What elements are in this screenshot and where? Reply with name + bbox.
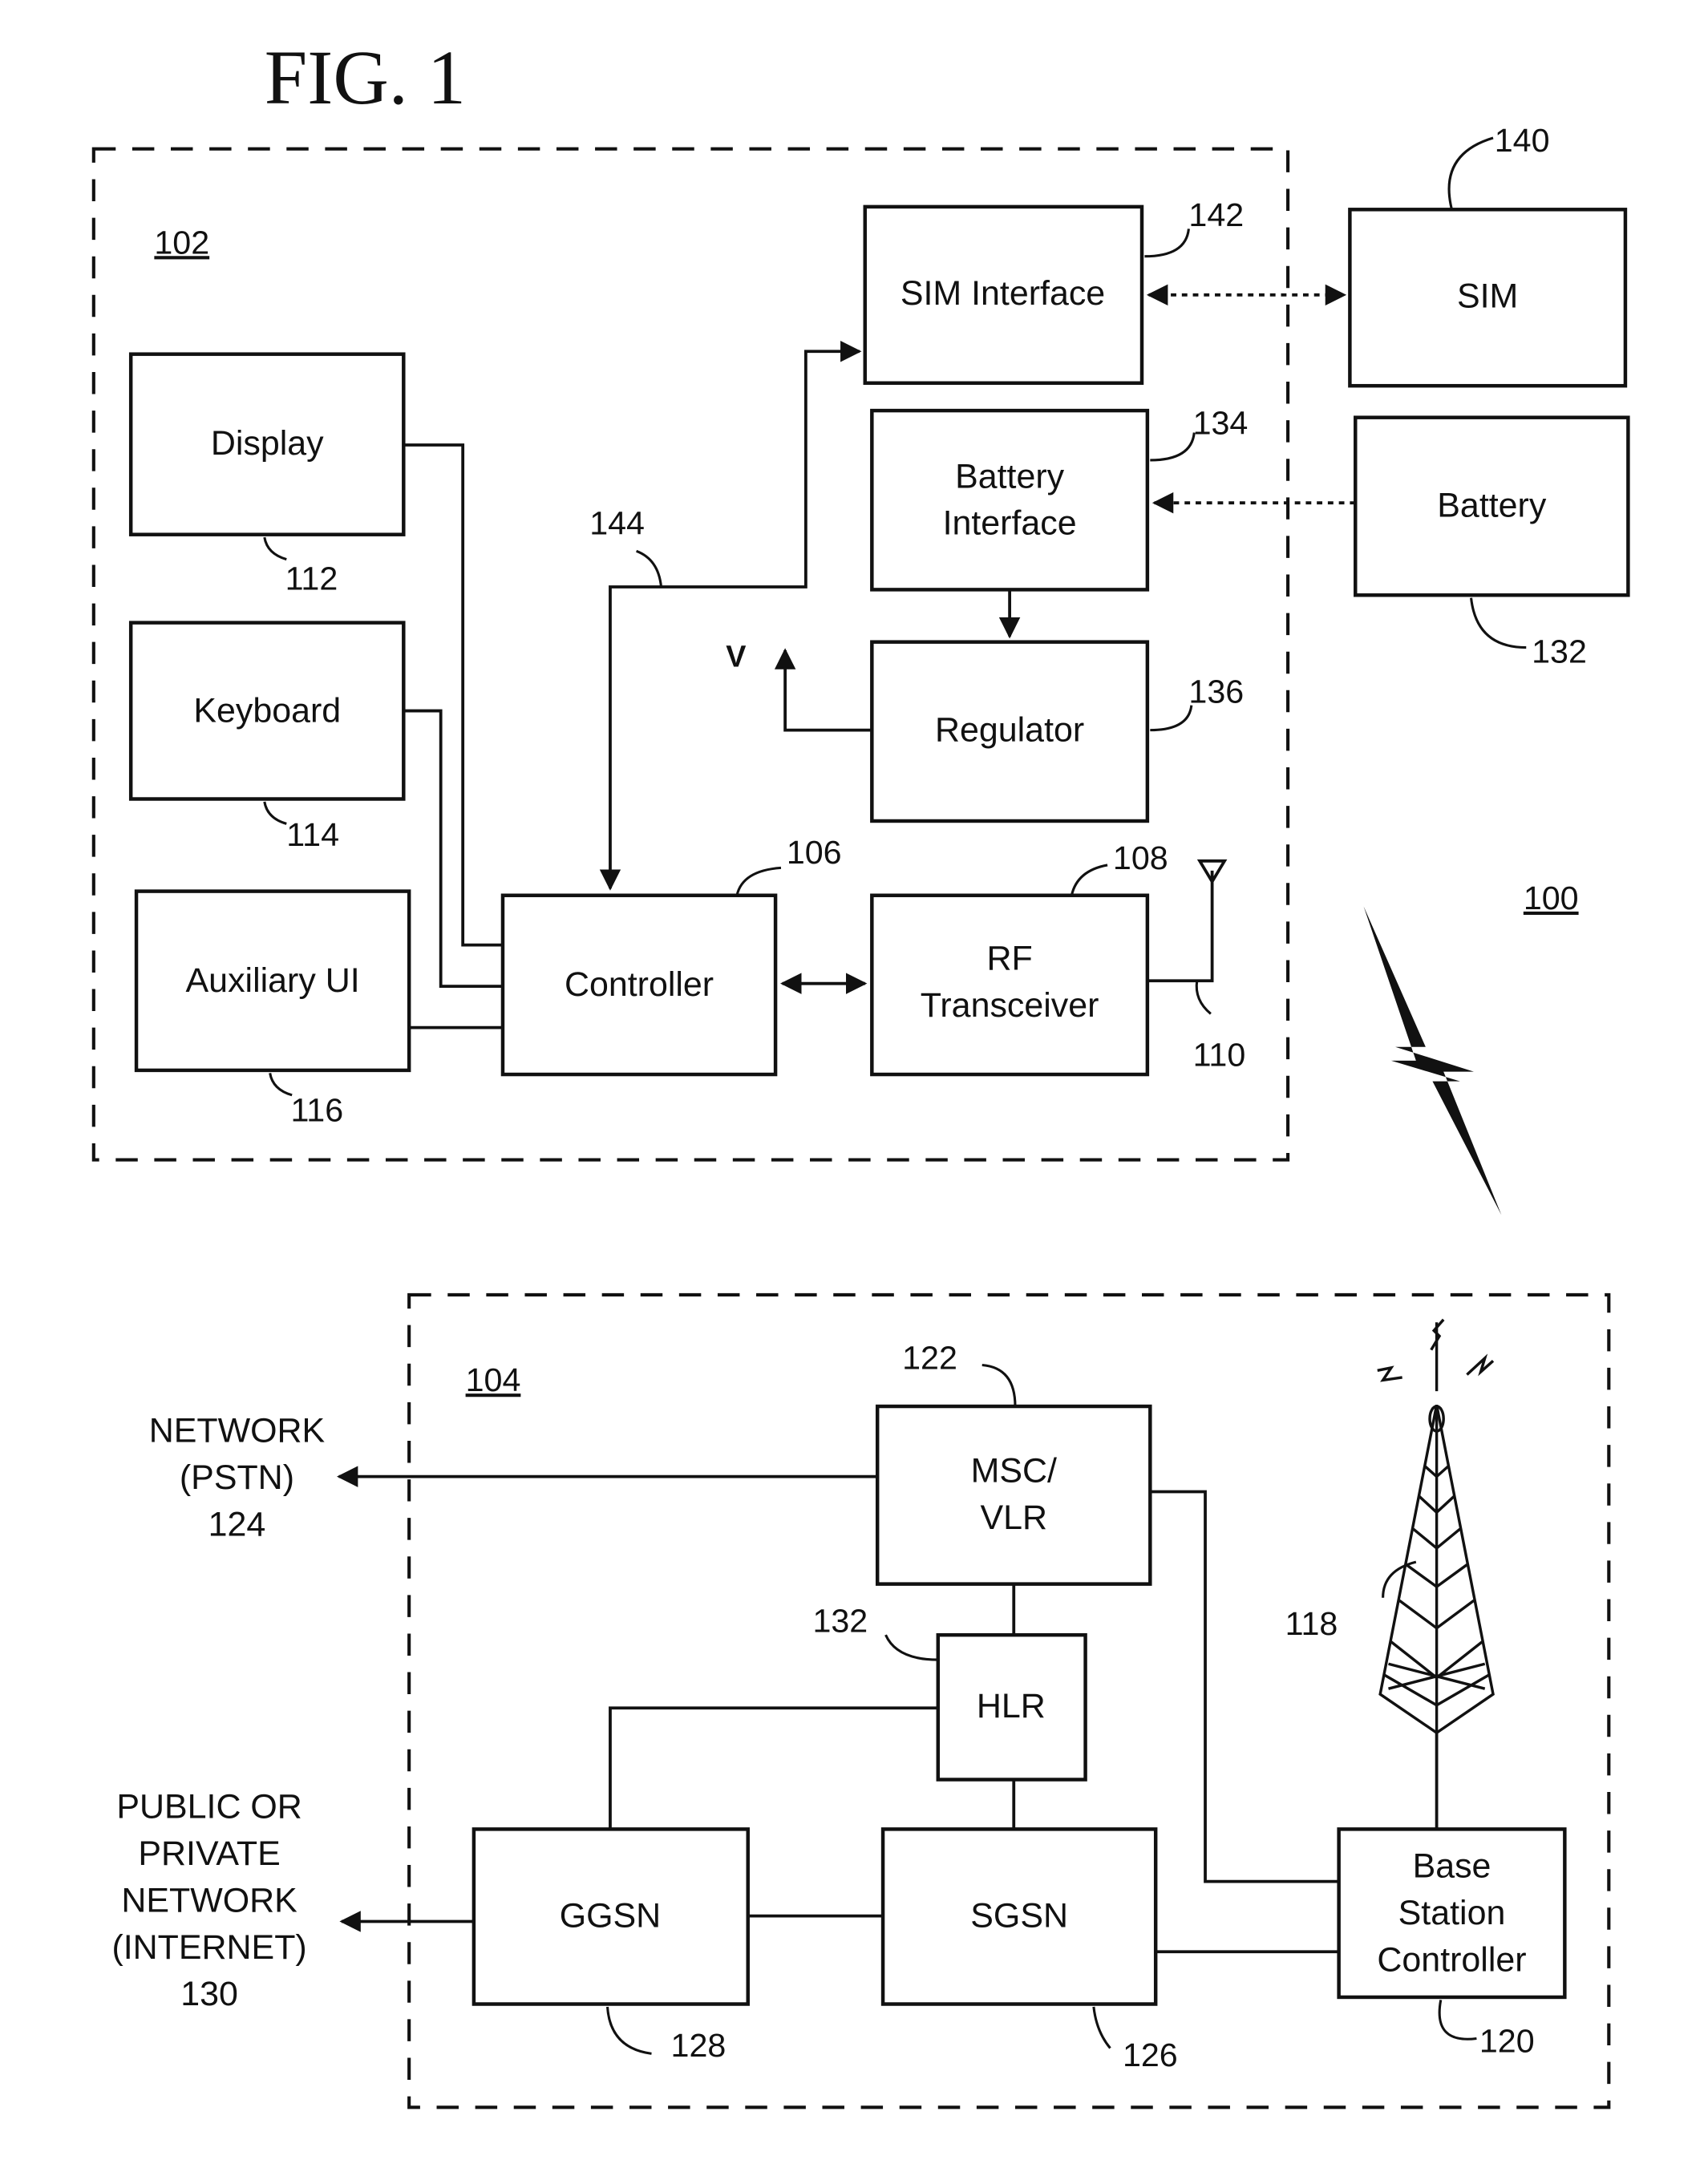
battery-interface-block: Battery Interface (870, 408, 1150, 592)
controller-ref: 106 (787, 834, 842, 871)
sgsn-block: SGSN (880, 1827, 1158, 2006)
keyboard-label: Keyboard (193, 691, 341, 730)
bsc-label-line1: Base (1413, 1846, 1491, 1885)
rf-transceiver-block: RF Transceiver (870, 893, 1150, 1077)
cell-tower-icon (1377, 1318, 1495, 1735)
battery-label: Battery (1437, 486, 1547, 524)
msc-vlr-label-line1: MSC/ (971, 1452, 1057, 1491)
display-ref: 112 (285, 560, 338, 597)
base-station-controller-block: Base Station Controller (1337, 1827, 1567, 2000)
msc-to-bsc-wire (1150, 1490, 1339, 1883)
battery-interface-ref: 134 (1193, 404, 1249, 441)
pstn-network-label: NETWORK (PSTN) 124 (149, 1412, 326, 1544)
sgsn-label: SGSN (970, 1896, 1068, 1935)
voltage-output-arrow (774, 648, 872, 732)
battery-interface-label-line1: Battery (955, 457, 1065, 495)
battery-leader (1470, 597, 1527, 649)
display-label: Display (211, 424, 324, 463)
ggsn-block: GGSN (472, 1827, 750, 2006)
regulator-ref: 136 (1188, 673, 1244, 710)
regulator-label: Regulator (935, 710, 1084, 749)
auxiliary-ui-leader (269, 1073, 293, 1097)
ggsn-leader (605, 2006, 652, 2055)
patent-figure: FIG. 1 102 Display 112 Keyboard 114 Auxi… (91, 34, 1630, 2109)
auxiliary-ui-ref: 116 (290, 1091, 343, 1128)
regulator-leader (1150, 705, 1193, 732)
auxiliary-ui-label: Auxiliary UI (186, 961, 360, 1000)
internet-line2: PRIVATE (138, 1834, 280, 1873)
system-ref: 100 (1524, 880, 1579, 916)
hlr-ref: 132 (812, 1603, 868, 1640)
battery-interface-label-line2: Interface (943, 504, 1077, 543)
rf-transceiver-ref: 108 (1113, 839, 1168, 876)
rf-transceiver-label-line1: RF (986, 940, 1032, 978)
sim-ref: 140 (1495, 122, 1550, 159)
antenna-ref: 110 (1193, 1037, 1246, 1074)
display-leader (263, 536, 287, 561)
battery-ref: 132 (1532, 633, 1587, 669)
internet-line4: (INTERNET) (111, 1928, 306, 1967)
sgsn-ref: 126 (1123, 2037, 1178, 2073)
hlr-to-ggsn-wire (609, 1706, 938, 1830)
rf-transceiver-leader (1070, 864, 1108, 896)
wireless-link-lightning-icon (1363, 906, 1502, 1215)
hlr-block: HLR (936, 1632, 1087, 1782)
msc-vlr-leader (981, 1363, 1017, 1407)
pstn-line2: (PSTN) (180, 1458, 294, 1497)
battery-interface-leader (1150, 432, 1196, 462)
sim-label: SIM (1457, 277, 1518, 315)
sgsn-leader (1092, 2006, 1111, 2049)
sim-interface-ref: 142 (1188, 196, 1244, 233)
antenna-feed-wire (1147, 870, 1214, 983)
tower-ref: 118 (1285, 1605, 1338, 1642)
rf-transceiver-label-line2: Transceiver (921, 986, 1099, 1025)
internet-line3: NETWORK (121, 1881, 297, 1919)
bus-ref: 144 (589, 505, 645, 542)
ggsn-label: GGSN (560, 1896, 661, 1935)
msc-vlr-block: MSC/ VLR (875, 1404, 1152, 1586)
msc-vlr-label-line2: VLR (980, 1499, 1047, 1537)
msc-vlr-ref: 122 (902, 1340, 957, 1377)
bsc-leader (1438, 2000, 1477, 2041)
hlr-label: HLR (977, 1687, 1046, 1725)
display-to-controller-wire (403, 443, 503, 947)
controller-leader (735, 866, 782, 896)
sim-interface-label: SIM Interface (901, 274, 1105, 313)
display-block: Display (128, 352, 406, 536)
mobile-device-ref: 102 (154, 224, 209, 261)
auxiliary-ui-block: Auxiliary UI (134, 889, 411, 1073)
wireless-network-ref: 104 (466, 1361, 521, 1398)
bus-144-wire (599, 341, 862, 891)
bsc-label-line2: Station (1398, 1894, 1506, 1932)
bsc-label-line3: Controller (1377, 1940, 1526, 1979)
figure-title: FIG. 1 (265, 34, 466, 120)
keyboard-ref: 114 (286, 816, 339, 853)
sim-interface-block: SIM Interface (863, 204, 1144, 385)
hlr-leader (884, 1634, 938, 1661)
battery-block: Battery (1354, 415, 1630, 597)
internet-line1: PUBLIC OR (116, 1788, 302, 1826)
sim-leader (1447, 136, 1494, 210)
ggsn-ref: 128 (671, 2027, 727, 2064)
internet-ref: 130 (180, 1975, 238, 2013)
internet-network-label: PUBLIC OR PRIVATE NETWORK (INTERNET) 130 (111, 1788, 306, 2014)
pstn-ref: 124 (208, 1505, 266, 1543)
controller-label: Controller (565, 965, 714, 1004)
keyboard-block: Keyboard (128, 621, 406, 801)
keyboard-leader (263, 801, 287, 825)
voltage-label: V (726, 641, 746, 674)
regulator-block: Regulator (870, 640, 1150, 823)
pstn-line1: NETWORK (149, 1412, 326, 1450)
controller-block: Controller (500, 893, 778, 1077)
bsc-ref: 120 (1479, 2023, 1535, 2060)
sim-block: SIM (1348, 208, 1628, 388)
sim-interface-leader (1144, 229, 1190, 258)
antenna-leader (1195, 981, 1212, 1015)
bus-leader (636, 549, 663, 588)
